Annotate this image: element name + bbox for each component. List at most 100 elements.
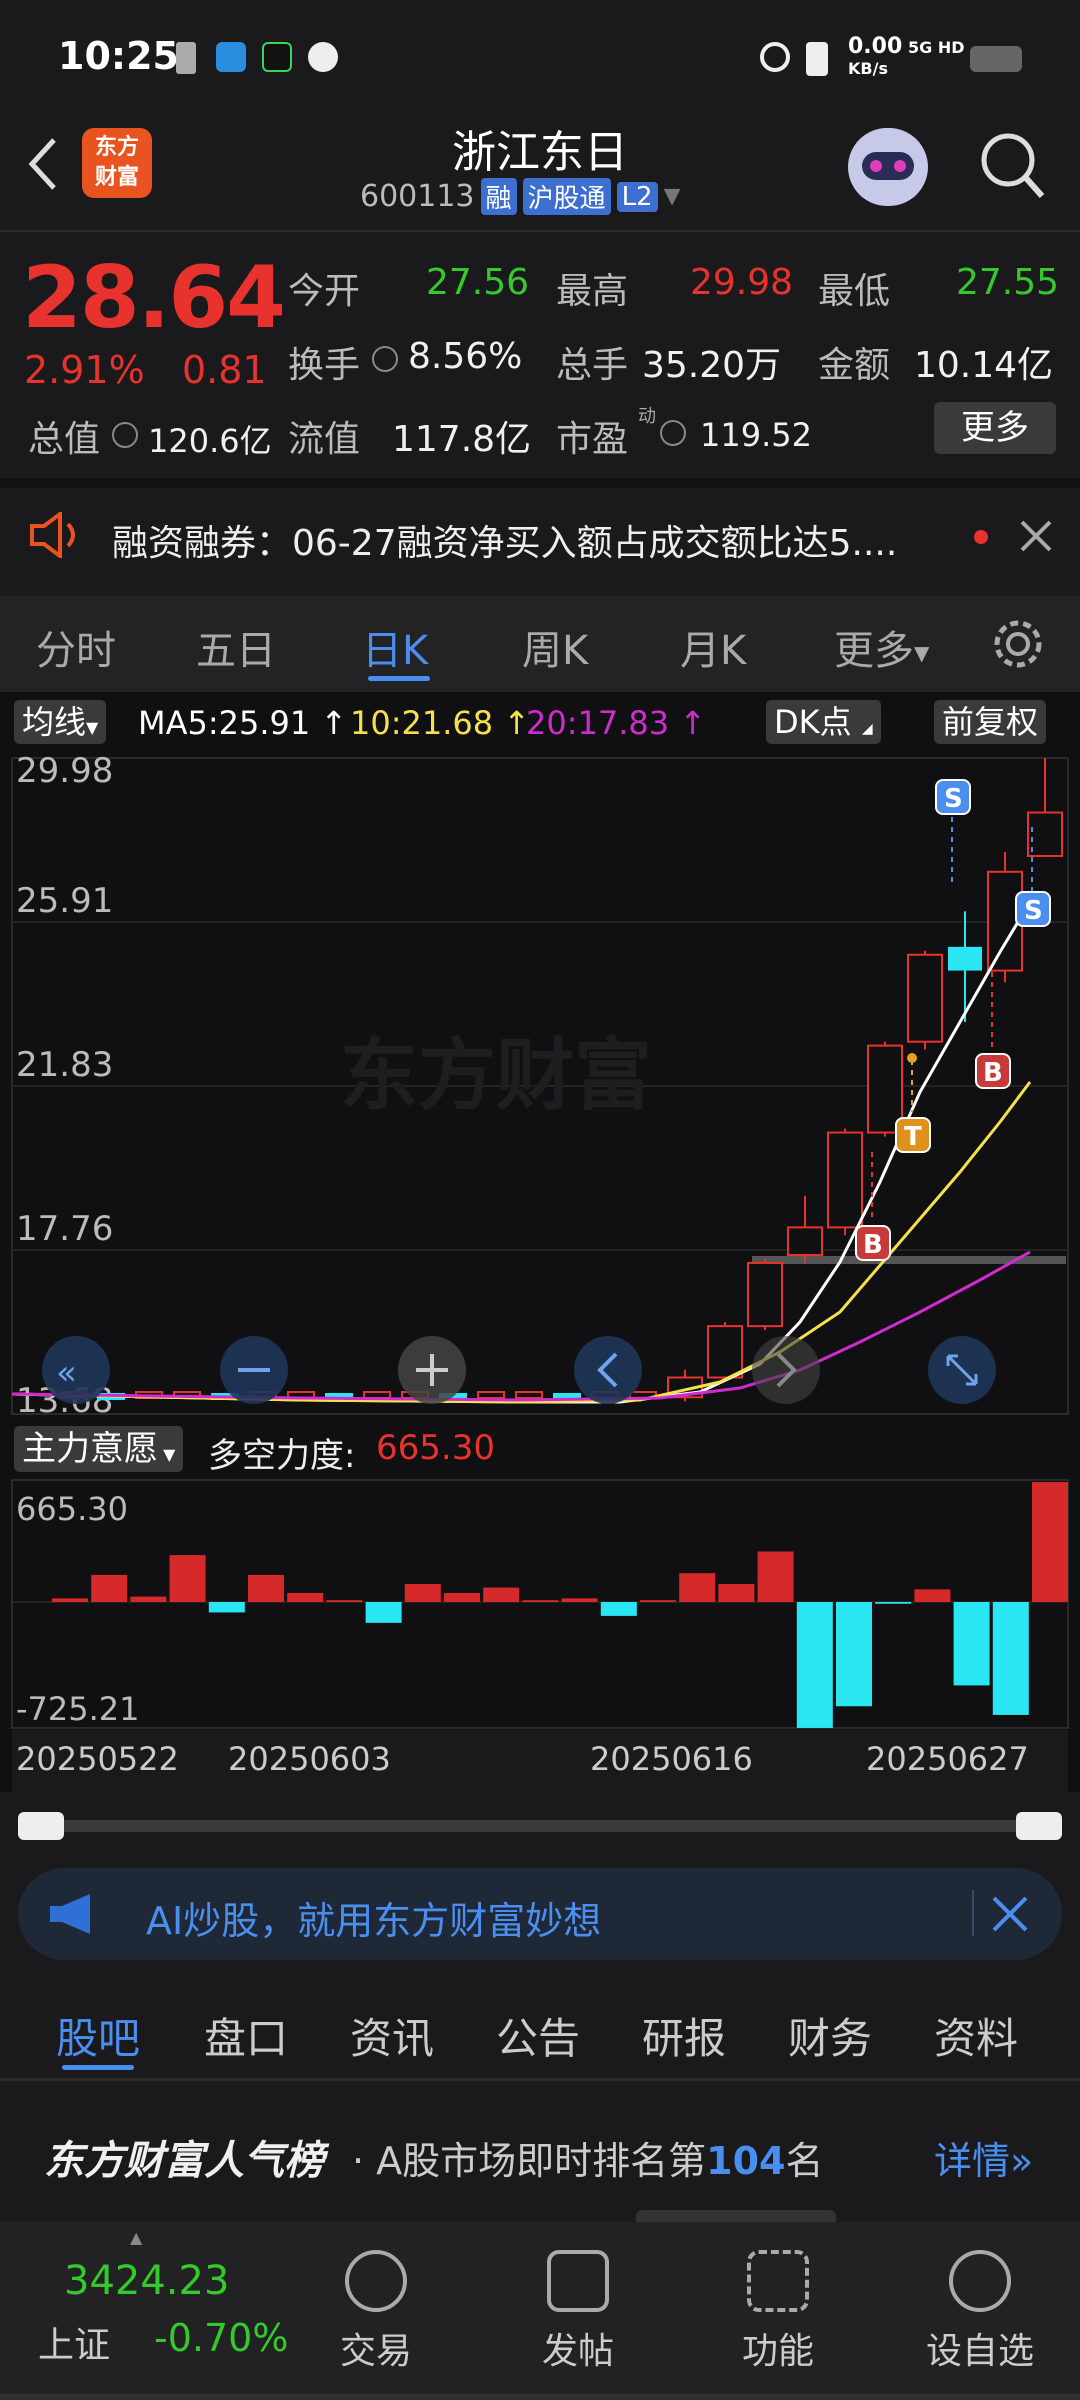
notice-bar[interactable]: 融资融券：06-27融资净买入额占成交额比达5.... (0, 490, 1080, 582)
period-tabs: 分时 五日 日K 周K 月K 更多▼ (0, 596, 1080, 692)
indicator-bar (796, 1602, 833, 1728)
float-value: 117.8亿 (392, 419, 532, 460)
y-label: 17.76 (16, 1209, 113, 1249)
scroll-left-button[interactable] (574, 1336, 642, 1404)
popularity-detail-link[interactable]: 详情» (934, 2130, 1033, 2185)
slider-track (18, 1820, 1062, 1832)
slider-handle-left[interactable] (18, 1812, 64, 1840)
double-chevron-left-icon: « (56, 1353, 77, 1393)
candle[interactable] (948, 946, 982, 971)
tab-guba[interactable]: 股吧 (56, 2005, 140, 2066)
indicator-bar (287, 1592, 324, 1602)
index-value[interactable]: 3424.23 (64, 2258, 229, 2304)
margin-tag: 融 (480, 178, 517, 215)
ma-selector[interactable]: 均线▼ (14, 700, 107, 744)
indicator-bar (52, 1598, 88, 1602)
kline-chart-area[interactable]: 均线▼ MA5:25.91 ↑ 10:21.68 ↑ 20:17.83 ↑ DK… (0, 692, 1080, 1802)
indicator-bar (169, 1555, 206, 1602)
nav-functions[interactable]: 功能 (708, 2250, 848, 2374)
indicator-bar (953, 1602, 990, 1686)
ma20-text: 20:17.83 (526, 704, 670, 742)
info-icon[interactable] (372, 346, 398, 372)
candle[interactable] (747, 1261, 783, 1328)
content-tabs: 股吧 盘口 资讯 公告 研报 财务 资料 (0, 1975, 1080, 2080)
dk-point-button[interactable]: DK点 ◢ (766, 700, 881, 744)
double-chevron-right-icon: » (1010, 2139, 1034, 2183)
nav-post[interactable]: 发帖 (508, 2250, 648, 2374)
y-label: 21.83 (16, 1045, 113, 1085)
clock: 10:25 (58, 34, 179, 78)
popularity-text-post: 名 (785, 2139, 824, 2183)
tab-monthly-k[interactable]: 月K (680, 618, 746, 676)
mcap-value: 120.6亿 (148, 422, 272, 460)
ai-robot-avatar-icon[interactable] (848, 128, 928, 206)
scroll-right-button[interactable] (752, 1336, 820, 1404)
grid-icon (747, 2250, 809, 2312)
svg-text:S: S (944, 784, 963, 814)
candle[interactable] (707, 1325, 743, 1379)
candle[interactable] (1027, 811, 1063, 857)
gear-icon[interactable] (990, 616, 1046, 672)
info-icon[interactable] (112, 422, 138, 448)
stock-header: 东方 财富 浙江东日 600113 融 沪股通 L2 ▼ (0, 110, 1080, 230)
candle[interactable] (477, 1391, 505, 1399)
nav-trade[interactable]: 交易 (306, 2250, 446, 2374)
more-button[interactable]: 更多 (934, 402, 1056, 454)
candle[interactable] (827, 1131, 863, 1229)
divider (0, 478, 1080, 488)
indicator-value: 665.30 (376, 1428, 495, 1468)
search-icon[interactable] (978, 128, 1048, 204)
info-icon[interactable] (660, 420, 686, 446)
tab-five-day[interactable]: 五日 (196, 618, 276, 676)
date-label: 20250627 (866, 1740, 1029, 1778)
indicator-bar (91, 1574, 128, 1602)
connect-tag: 沪股通 (522, 178, 611, 215)
index-name[interactable]: 上证 (38, 2316, 110, 2368)
stock-code-row[interactable]: 600113 融 沪股通 L2 ▼ (360, 178, 681, 215)
candle[interactable] (363, 1391, 391, 1399)
indicator-bar (130, 1596, 167, 1602)
tab-more[interactable]: 更多▼ (834, 618, 929, 676)
indicator-bar (483, 1587, 520, 1602)
tab-intraday[interactable]: 分时 (36, 618, 116, 676)
divider (972, 1890, 974, 1936)
stock-code: 600113 (360, 179, 475, 214)
popularity-row[interactable]: 东方财富人气榜 · A股市场即时排名第104名 详情» (0, 2082, 1080, 2222)
tab-finance[interactable]: 财务 (788, 2005, 872, 2066)
slider-handle-right[interactable] (1016, 1812, 1062, 1840)
indicator-bar (640, 1600, 676, 1602)
indicator-bar (914, 1589, 951, 1602)
tab-weekly-k[interactable]: 周K (522, 618, 588, 676)
gesture-bar-area (0, 2394, 1080, 2400)
ai-banner-text: AI炒股，就用东方财富妙想 (146, 1899, 602, 1943)
net-speed-value: 0.00 (848, 34, 903, 59)
index-change[interactable]: -0.70% (154, 2316, 288, 2360)
tab-announcement[interactable]: 公告 (496, 2005, 580, 2066)
kline-svg[interactable]: 东方财富 29.98 25.91 21.83 17.76 13.68 S S B… (0, 752, 1080, 1812)
tab-daily-k[interactable]: 日K (362, 618, 428, 676)
nav-add-watchlist[interactable]: 设自选 (910, 2250, 1050, 2374)
caret-down-icon: ▼ (158, 1445, 176, 1464)
ai-banner[interactable]: AI炒股，就用东方财富妙想 (18, 1868, 1062, 1960)
candle[interactable] (867, 1044, 903, 1134)
range-slider[interactable] (18, 1812, 1062, 1840)
tab-research[interactable]: 研报 (642, 2005, 726, 2066)
candle[interactable] (787, 1226, 823, 1257)
indicator-selector[interactable]: 主力意愿 ▼ (14, 1426, 184, 1472)
indicator-bar (836, 1602, 872, 1707)
candle[interactable] (907, 953, 943, 1043)
edit-pen-icon (547, 2250, 609, 2312)
net-speed: 0.00 KB/s (848, 36, 902, 80)
candle[interactable] (515, 1391, 543, 1399)
tab-profile[interactable]: 资料 (934, 2005, 1018, 2066)
adjust-button[interactable]: 前复权 (934, 700, 1047, 744)
close-icon[interactable] (990, 1894, 1030, 1934)
tab-pankou[interactable]: 盘口 (204, 2005, 288, 2066)
close-icon[interactable] (1018, 518, 1054, 554)
ma-selector-label: 均线 (22, 703, 87, 741)
active-tab-indicator (62, 2065, 134, 2070)
low-value: 27.55 (956, 262, 1060, 303)
high-value: 29.98 (690, 262, 794, 303)
tab-news[interactable]: 资讯 (350, 2005, 434, 2066)
date-label: 20250522 (16, 1740, 179, 1778)
